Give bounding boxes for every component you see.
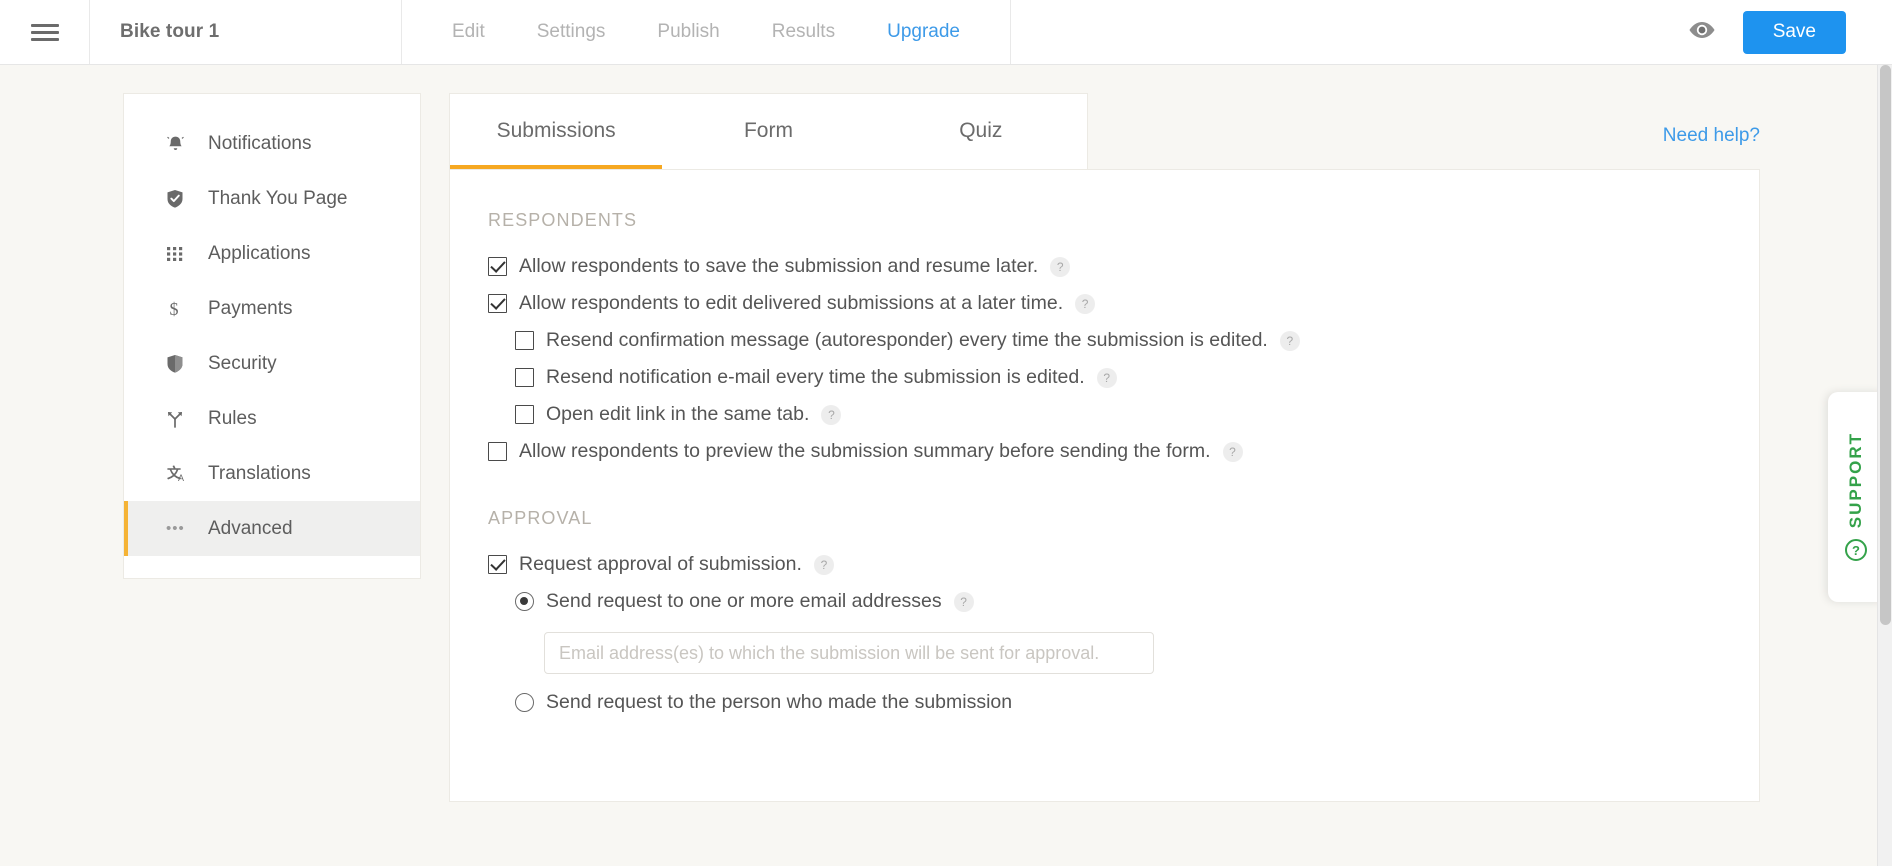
nav-item-publish[interactable]: Publish [631, 0, 745, 64]
option-label: Open edit link in the same tab. [546, 403, 810, 425]
option-label: Allow respondents to edit delivered subm… [519, 292, 1064, 314]
sidebar-item-rules[interactable]: Rules [124, 391, 420, 446]
translate-icon: 文 A [166, 464, 196, 483]
svg-text:$: $ [170, 299, 179, 319]
sidebar-item-applications[interactable]: Applications [124, 226, 420, 281]
checkbox-resend-notification[interactable] [515, 368, 534, 387]
ellipsis-icon: ••• [166, 521, 196, 536]
help-icon[interactable]: ? [821, 404, 842, 425]
checkbox-allow-save-resume[interactable] [488, 257, 507, 276]
checkbox-open-edit-same-tab[interactable] [515, 405, 534, 424]
shield-check-icon [166, 189, 196, 209]
radio-send-to-submitter[interactable] [515, 693, 534, 712]
sidebar-item-label: Rules [208, 407, 257, 429]
checkbox-allow-preview-summary[interactable] [488, 442, 507, 461]
main-nav: Edit Settings Publish Results Upgrade [402, 0, 1011, 64]
tab-quiz[interactable]: Quiz [875, 94, 1087, 170]
option-label: Send request to one or more email addres… [546, 590, 942, 612]
sidebar-item-notifications[interactable]: Notifications [124, 116, 420, 171]
option-send-to-email-addresses[interactable]: Send request to one or more email addres… [450, 583, 1759, 620]
option-label: Resend confirmation message (autorespond… [546, 329, 1268, 351]
page-body: Notifications Thank You Page Application… [0, 65, 1892, 866]
option-label: Request approval of submission. [519, 553, 802, 575]
form-title[interactable]: Bike tour 1 [90, 0, 402, 64]
sidebar-item-label: Payments [208, 297, 293, 319]
save-button[interactable]: Save [1742, 10, 1846, 54]
tab-form[interactable]: Form [662, 94, 874, 170]
option-label: Send request to the person who made the … [546, 691, 1013, 713]
bell-icon [166, 134, 196, 154]
nav-item-results[interactable]: Results [746, 0, 861, 64]
option-allow-edit-delivered[interactable]: Allow respondents to edit delivered subm… [450, 285, 1759, 322]
approval-email-input[interactable] [544, 632, 1154, 674]
help-icon[interactable]: ? [1279, 330, 1300, 351]
sidebar-item-label: Applications [208, 242, 311, 264]
settings-card: RESPONDENTS Allow respondents to save th… [449, 169, 1760, 802]
ellipsis-dots: ••• [166, 520, 185, 537]
checkbox-request-approval[interactable] [488, 555, 507, 574]
option-request-approval[interactable]: Request approval of submission. ? [450, 546, 1759, 583]
nav-item-upgrade[interactable]: Upgrade [861, 0, 986, 64]
branch-icon [166, 410, 196, 428]
help-icon[interactable]: ? [1096, 367, 1117, 388]
help-icon[interactable]: ? [813, 554, 834, 575]
nav-item-settings[interactable]: Settings [511, 0, 632, 64]
hamburger-menu-icon[interactable] [0, 0, 90, 64]
option-allow-preview-summary[interactable]: Allow respondents to preview the submiss… [450, 433, 1759, 470]
nav-item-edit[interactable]: Edit [426, 0, 511, 64]
support-label: SUPPORT [1846, 431, 1865, 529]
help-icon[interactable]: ? [1222, 441, 1243, 462]
help-icon[interactable]: ? [1075, 293, 1096, 314]
sidebar-item-label: Security [208, 352, 277, 374]
scrollbar-thumb[interactable] [1880, 65, 1891, 625]
svg-text:A: A [178, 473, 184, 483]
grid-dots-icon [166, 245, 196, 263]
option-resend-confirmation[interactable]: Resend confirmation message (autorespond… [450, 322, 1759, 359]
option-open-edit-same-tab[interactable]: Open edit link in the same tab. ? [450, 396, 1759, 433]
svg-text:?: ? [1852, 543, 1860, 558]
option-send-to-submitter[interactable]: Send request to the person who made the … [450, 684, 1759, 721]
option-label: Allow respondents to preview the submiss… [519, 440, 1211, 462]
checkbox-resend-confirmation[interactable] [515, 331, 534, 350]
tab-bar: Submissions Form Quiz [449, 93, 1088, 170]
sidebar-item-advanced[interactable]: ••• Advanced [124, 501, 420, 556]
sidebar-item-label: Thank You Page [208, 187, 348, 209]
sidebar-item-label: Advanced [208, 517, 293, 539]
option-allow-save-resume[interactable]: Allow respondents to save the submission… [450, 248, 1759, 285]
hamburger-bars [30, 20, 59, 45]
page-scrollbar[interactable] [1877, 65, 1892, 866]
section-title-approval: APPROVAL [488, 508, 593, 528]
option-label: Allow respondents to save the submission… [519, 255, 1039, 277]
dollar-icon: $ [166, 298, 196, 320]
main-panel: Need help? Submissions Form Quiz RESPOND… [449, 93, 1760, 803]
eye-icon[interactable] [1687, 20, 1717, 45]
topbar-actions: Save [1687, 0, 1892, 64]
option-label: Resend notification e-mail every time th… [546, 366, 1085, 388]
sidebar-item-label: Translations [208, 462, 311, 484]
section-title-respondents: RESPONDENTS [488, 210, 638, 230]
help-icon[interactable]: ? [953, 591, 974, 612]
settings-sidebar: Notifications Thank You Page Application… [123, 93, 421, 579]
sidebar-item-label: Notifications [208, 132, 312, 154]
help-icon[interactable]: ? [1050, 256, 1071, 277]
radio-send-to-email-addresses[interactable] [515, 592, 534, 611]
need-help-link[interactable]: Need help? [1663, 125, 1760, 147]
top-bar: Bike tour 1 Edit Settings Publish Result… [0, 0, 1892, 65]
checkbox-allow-edit-delivered[interactable] [488, 294, 507, 313]
sidebar-item-thank-you-page[interactable]: Thank You Page [124, 171, 420, 226]
sidebar-item-payments[interactable]: $ Payments [124, 281, 420, 336]
option-resend-notification[interactable]: Resend notification e-mail every time th… [450, 359, 1759, 396]
shield-icon [166, 354, 196, 374]
support-tab[interactable]: SUPPORT ? [1828, 392, 1884, 602]
sidebar-item-translations[interactable]: 文 A Translations [124, 446, 420, 501]
sidebar-item-security[interactable]: Security [124, 336, 420, 391]
tab-submissions[interactable]: Submissions [450, 94, 663, 170]
question-circle-icon: ? [1844, 538, 1868, 562]
